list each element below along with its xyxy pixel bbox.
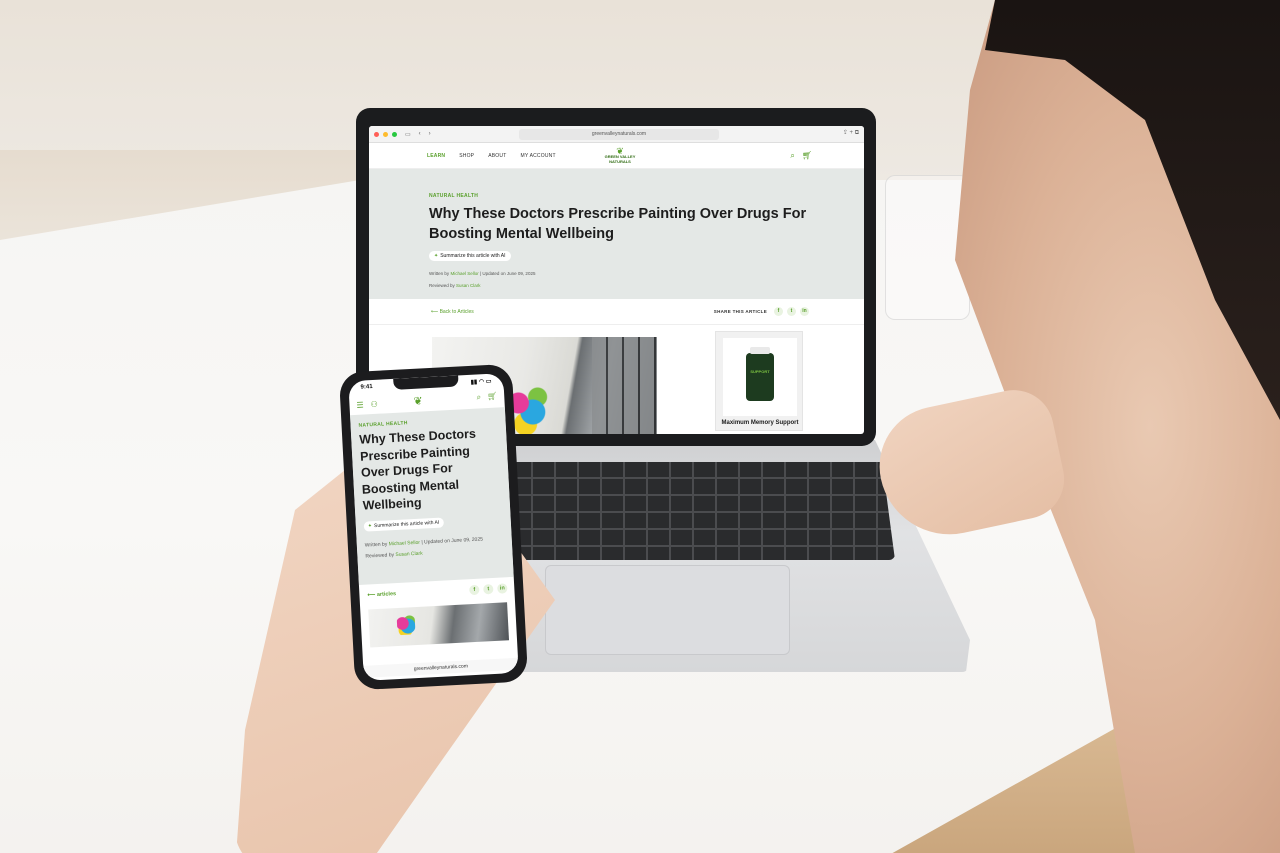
mobile-address-bar[interactable]: greenvalleynaturals.com — [363, 657, 519, 678]
address-bar[interactable]: greenvalleynaturals.com — [519, 129, 719, 140]
browser-toolbar: ▭ ‹ › greenvalleynaturals.com ⇪ + ⧉ — [369, 126, 864, 143]
product-card[interactable]: SUPPORT Maximum Memory Support — [715, 331, 803, 431]
back-to-articles-link[interactable]: ⟵ Back to Articles — [431, 309, 474, 315]
share-label: SHARE THIS ARTICLE — [713, 309, 767, 314]
status-time: 9:41 — [360, 383, 373, 391]
nav-icons: ⌕ 🛒︎ — [790, 151, 812, 161]
maximize-window-button[interactable] — [392, 131, 397, 137]
mobile-article-hero: NATURAL HEALTH Why These Doctors Prescri… — [350, 407, 514, 585]
written-by-label: Written by — [429, 271, 450, 276]
facebook-icon[interactable]: f — [774, 307, 783, 316]
search-icon[interactable]: ⌕ — [790, 151, 794, 161]
site-logo[interactable]: ❦ GREEN VALLEY NATURALS — [603, 147, 637, 164]
author-link[interactable]: Michael Sellor — [450, 271, 478, 276]
cart-icon[interactable]: 🛒︎ — [487, 391, 498, 402]
supplement-bottle: SUPPORT — [746, 347, 774, 401]
sidebar-toggle-icon[interactable]: ▭ — [405, 131, 411, 138]
mobile-header-icons: ⌕ 🛒︎ — [476, 391, 497, 402]
article-byline: Written by Michael Sellor | Updated on J… — [429, 271, 804, 276]
share-tabs-icons[interactable]: ⇪ + ⧉ — [843, 129, 859, 137]
back-arrow-icon[interactable]: ‹ — [419, 131, 421, 137]
reviewer-link[interactable]: Susan Clark — [395, 550, 423, 557]
article-title: Why These Doctors Prescribe Painting Ove… — [429, 206, 807, 242]
written-by-label: Written by — [364, 540, 388, 549]
window-image — [592, 337, 657, 434]
facebook-icon[interactable]: f — [469, 584, 480, 596]
site-navigation: LEARN SHOP ABOUT MY ACCOUNT ❦ GREEN VALL… — [369, 143, 864, 169]
minimize-window-button[interactable] — [383, 131, 388, 137]
mobile-back-to-articles-link[interactable]: ⟵ articles — [367, 591, 396, 598]
mobile-summarize-ai-label: Summarize this article with AI — [373, 519, 440, 529]
mobile-share-buttons: f t in — [469, 583, 508, 596]
updated-date: | Updated on June 09, 2025 — [479, 271, 536, 276]
nav-link-learn[interactable]: LEARN — [427, 153, 445, 159]
cart-icon[interactable]: 🛒︎ — [802, 151, 812, 161]
account-icon[interactable]: ⚇ — [370, 399, 378, 408]
nav-link-shop[interactable]: SHOP — [459, 153, 474, 159]
search-icon[interactable]: ⌕ — [476, 392, 481, 402]
mobile-article-image — [368, 602, 510, 648]
reviewed-by-label: Reviewed by — [429, 283, 455, 288]
phone-screen: 9:41 ▮▮ ◠ ▭ ☰ ⚇ ❦ ⌕ 🛒︎ NATURAL HEALTH Wh… — [348, 373, 519, 681]
mobile-article-title: Why These Doctors Prescribe Painting Ove… — [358, 426, 477, 513]
logo-line-2: NATURALS — [609, 158, 631, 164]
sparkle-icon: ✦ — [367, 522, 373, 529]
sparkle-icon: ✦ — [434, 253, 439, 259]
product-name[interactable]: Maximum Memory Support — [716, 420, 804, 426]
nav-link-about[interactable]: ABOUT — [488, 153, 506, 159]
twitter-icon[interactable]: t — [787, 307, 796, 316]
summarize-ai-button[interactable]: ✦ Summarize this article with AI — [429, 251, 511, 261]
article-category[interactable]: NATURAL HEALTH — [429, 193, 804, 199]
share-buttons: SHARE THIS ARTICLE f t in — [714, 307, 809, 316]
summarize-ai-label: Summarize this article with AI — [440, 253, 506, 259]
menu-icon[interactable]: ☰ — [356, 400, 364, 409]
product-image: SUPPORT — [723, 338, 797, 416]
bottle-label: SUPPORT — [750, 369, 770, 374]
nav-link-my-account[interactable]: MY ACCOUNT — [520, 153, 555, 159]
back-to-articles-label: Back to Articles — [439, 308, 474, 315]
laptop-trackpad[interactable] — [545, 565, 790, 655]
forward-arrow-icon[interactable]: › — [429, 131, 431, 137]
mobile-back-label: articles — [376, 591, 397, 599]
smartphone: 9:41 ▮▮ ◠ ▭ ☰ ⚇ ❦ ⌕ 🛒︎ NATURAL HEALTH Wh… — [338, 363, 529, 691]
signal-battery-icon: ▮▮ ◠ ▭ — [470, 378, 492, 386]
linkedin-icon[interactable]: in — [800, 307, 809, 316]
laptop-keyboard[interactable] — [510, 462, 895, 560]
linkedin-icon[interactable]: in — [497, 583, 508, 594]
article-hero: NATURAL HEALTH Why These Doctors Prescri… — [369, 169, 864, 299]
reviewed-by-label: Reviewed by — [365, 551, 395, 560]
mobile-summarize-ai-button[interactable]: ✦ Summarize this article with AI — [363, 516, 444, 532]
updated-date: | Updated on June 09, 2025 — [421, 535, 484, 546]
close-window-button[interactable] — [374, 131, 379, 137]
twitter-icon[interactable]: t — [483, 583, 494, 595]
paint-splash-image — [396, 615, 416, 636]
article-share-row: ⟵ Back to Articles SHARE THIS ARTICLE f … — [369, 299, 864, 325]
leaf-logo-icon[interactable]: ❦ — [413, 394, 423, 407]
reviewer-link[interactable]: Susan Clark — [456, 283, 481, 288]
article-reviewer: Reviewed by Susan Clark — [429, 283, 804, 288]
author-link[interactable]: Michael Sellor — [388, 539, 420, 547]
